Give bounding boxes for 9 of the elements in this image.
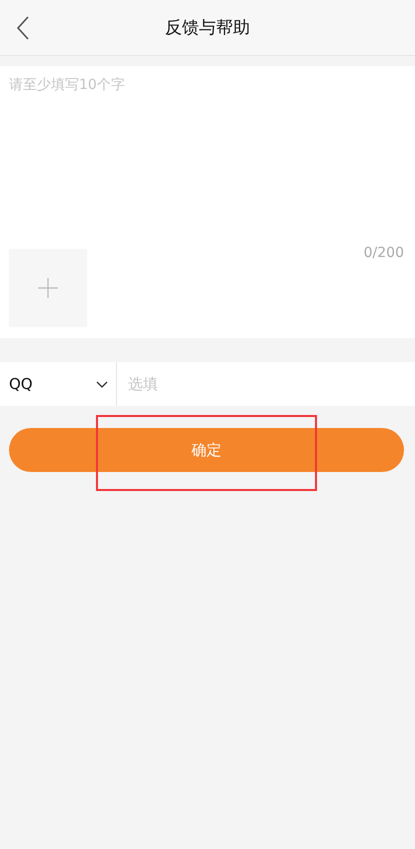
back-icon — [16, 16, 30, 40]
character-counter: 0/200 — [364, 245, 404, 261]
chevron-down-icon — [96, 380, 108, 388]
contact-type-select[interactable]: QQ — [0, 362, 117, 406]
page-title: 反馈与帮助 — [165, 17, 250, 39]
confirm-button[interactable]: 确定 — [9, 428, 404, 472]
contact-field[interactable]: 选填 — [117, 362, 415, 406]
plus-icon — [38, 278, 58, 298]
feedback-field[interactable]: 请至少填写10个字 0/200 — [0, 66, 415, 338]
